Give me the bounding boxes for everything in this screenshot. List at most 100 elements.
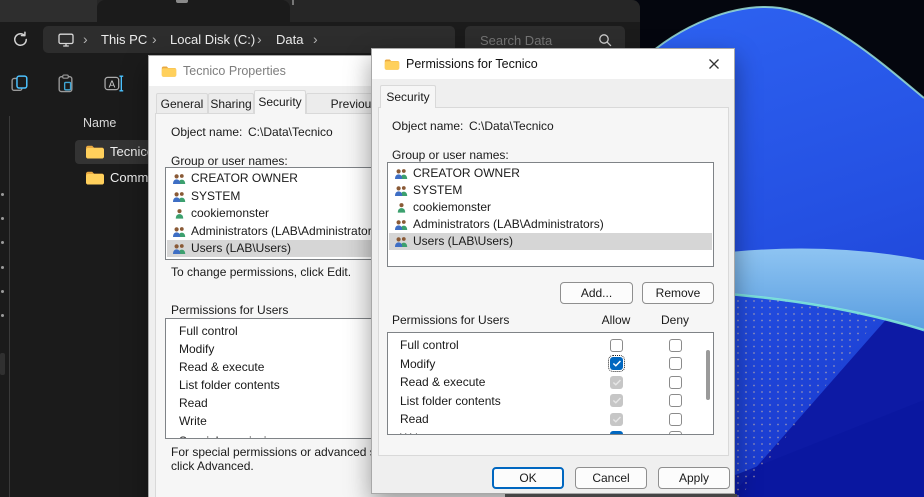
svg-text:A: A	[109, 79, 116, 90]
column-header-name[interactable]: Name	[83, 116, 116, 130]
permissions-dialog: Permissions for Tecnico Security Object …	[371, 48, 735, 494]
user-name: cookiemonster	[191, 205, 269, 222]
permission-name: Read & execute	[400, 373, 485, 392]
refresh-icon[interactable]	[12, 31, 29, 48]
allow-checkbox-inherited[interactable]	[610, 394, 623, 407]
scrollbar-thumb[interactable]	[706, 350, 710, 400]
user-name: CREATOR OWNER	[413, 165, 520, 182]
list-item[interactable]: SYSTEM	[389, 182, 712, 199]
user-name: SYSTEM	[191, 188, 240, 205]
permissions-for-label: Permissions for Users	[392, 313, 509, 327]
deny-checkbox[interactable]	[669, 339, 682, 352]
object-name-label: Object name:	[171, 125, 242, 139]
cancel-button[interactable]: Cancel	[575, 467, 647, 489]
permissions-label: Permissions for Users	[171, 303, 288, 317]
group-icon	[172, 173, 186, 184]
allow-checkbox-inherited[interactable]	[610, 376, 623, 389]
remove-button[interactable]: Remove	[642, 282, 714, 304]
nav-tree-dot	[1, 241, 4, 244]
deny-checkbox[interactable]	[669, 357, 682, 370]
nav-tree-dot	[1, 217, 4, 220]
pane-divider[interactable]	[9, 116, 10, 497]
user-name: cookiemonster	[413, 199, 491, 216]
group-icon	[172, 243, 186, 254]
group-icon	[394, 236, 408, 247]
permission-name: List folder contents	[400, 392, 501, 411]
explorer-tab[interactable]	[97, 0, 290, 22]
new-tab-icon[interactable]	[292, 0, 294, 5]
folder-icon	[161, 65, 177, 78]
tab-general[interactable]: General	[156, 93, 208, 113]
deny-checkbox[interactable]	[669, 431, 682, 435]
chevron-right-icon[interactable]: ›	[257, 26, 262, 52]
copy-icon[interactable]	[10, 74, 29, 93]
permission-name: Write	[400, 429, 428, 436]
paste-icon[interactable]	[56, 74, 75, 93]
tab-sharing[interactable]: Sharing	[208, 93, 254, 113]
allow-checkbox-inherited[interactable]	[610, 413, 623, 426]
dialog-title: Tecnico Properties	[183, 56, 286, 86]
user-name: Users (LAB\Users)	[413, 233, 513, 250]
user-name: SYSTEM	[413, 182, 462, 199]
permission-name[interactable]: Read & execute	[179, 358, 264, 376]
permission-row: Read & execute	[388, 373, 713, 392]
permission-name[interactable]: List folder contents	[179, 376, 280, 394]
apply-button[interactable]: Apply	[658, 467, 730, 489]
group-user-label: Group or user names:	[392, 148, 509, 162]
group-icon	[172, 191, 186, 202]
list-item[interactable]: CREATOR OWNER	[389, 165, 712, 182]
allow-checkbox-checked[interactable]	[610, 357, 623, 370]
screen: › This PC › Local Disk (C:) › Data ›	[0, 0, 924, 497]
permission-row: Write	[388, 429, 713, 436]
permission-row: Full control	[388, 336, 713, 355]
add-button[interactable]: Add...	[560, 282, 633, 304]
breadcrumb-item-this-pc[interactable]: This PC	[101, 26, 147, 53]
nav-tree-dot	[1, 266, 4, 269]
permission-row: Read	[388, 410, 713, 429]
tab-security[interactable]: Security	[380, 85, 436, 108]
breadcrumb-item-local-disk[interactable]: Local Disk (C:)	[170, 26, 255, 53]
chevron-right-icon[interactable]: ›	[152, 26, 157, 52]
monitor-icon[interactable]	[58, 33, 74, 47]
user-icon	[395, 202, 408, 213]
allow-checkbox[interactable]	[610, 339, 623, 352]
user-name: Administrators (LAB\Administrators)	[191, 223, 382, 240]
list-item[interactable]: cookiemonster	[389, 199, 712, 216]
chevron-right-icon[interactable]: ›	[83, 26, 88, 52]
permission-name[interactable]: Read	[179, 394, 208, 412]
explorer-tab-bar	[0, 0, 640, 22]
group-user-label: Group or user names:	[171, 154, 288, 168]
security-tab-page: Object name: C:\Data\Tecnico Group or us…	[378, 107, 729, 456]
list-item-selected[interactable]: Users (LAB\Users)	[389, 233, 712, 250]
edit-hint: To change permissions, click Edit.	[171, 265, 351, 279]
permission-name[interactable]: Special permissions	[179, 432, 286, 439]
rename-icon[interactable]: A	[104, 74, 125, 93]
advanced-hint-line2: click Advanced.	[171, 459, 254, 473]
list-item[interactable]: Administrators (LAB\Administrators)	[389, 216, 712, 233]
user-icon	[173, 208, 186, 219]
folder-icon	[85, 170, 105, 186]
permission-name[interactable]: Modify	[179, 340, 214, 358]
tab-bar-left-segment	[0, 0, 97, 22]
breadcrumb-item-data[interactable]: Data	[276, 26, 303, 53]
permission-name[interactable]: Write	[179, 412, 207, 430]
deny-checkbox[interactable]	[669, 413, 682, 426]
permission-name[interactable]: Full control	[179, 322, 238, 340]
deny-checkbox[interactable]	[669, 394, 682, 407]
object-name-value: C:\Data\Tecnico	[248, 125, 333, 139]
search-icon[interactable]	[598, 33, 612, 47]
deny-header: Deny	[653, 313, 697, 327]
permission-row: List folder contents	[388, 392, 713, 411]
chevron-right-icon[interactable]: ›	[313, 26, 318, 52]
allow-checkbox-checked[interactable]	[610, 431, 623, 435]
deny-checkbox[interactable]	[669, 376, 682, 389]
tab-icon	[176, 0, 188, 3]
close-icon[interactable]	[699, 53, 729, 75]
permission-name: Read	[400, 410, 429, 429]
ok-button[interactable]: OK	[492, 467, 564, 489]
tab-security[interactable]: Security	[254, 90, 306, 114]
nav-tree-dot	[1, 290, 4, 293]
user-name: Administrators (LAB\Administrators)	[413, 216, 604, 233]
object-name-value: C:\Data\Tecnico	[469, 119, 554, 133]
group-icon	[394, 185, 408, 196]
